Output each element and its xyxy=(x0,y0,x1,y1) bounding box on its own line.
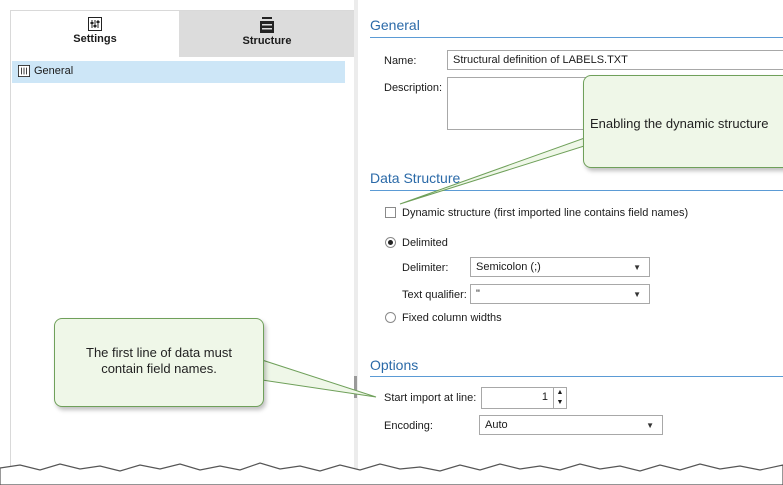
callout-pointers xyxy=(261,129,636,398)
callout-top-text: Enabling the dynamic structure xyxy=(590,116,769,131)
callout-first-line: The first line of data must contain fiel… xyxy=(54,318,264,407)
bottom-callout-pointer xyxy=(261,359,377,398)
torn-edge xyxy=(0,462,783,485)
callout-bottom-text: The first line of data must contain fiel… xyxy=(86,345,232,376)
callout-dynamic-structure: Enabling the dynamic structure xyxy=(583,75,783,168)
